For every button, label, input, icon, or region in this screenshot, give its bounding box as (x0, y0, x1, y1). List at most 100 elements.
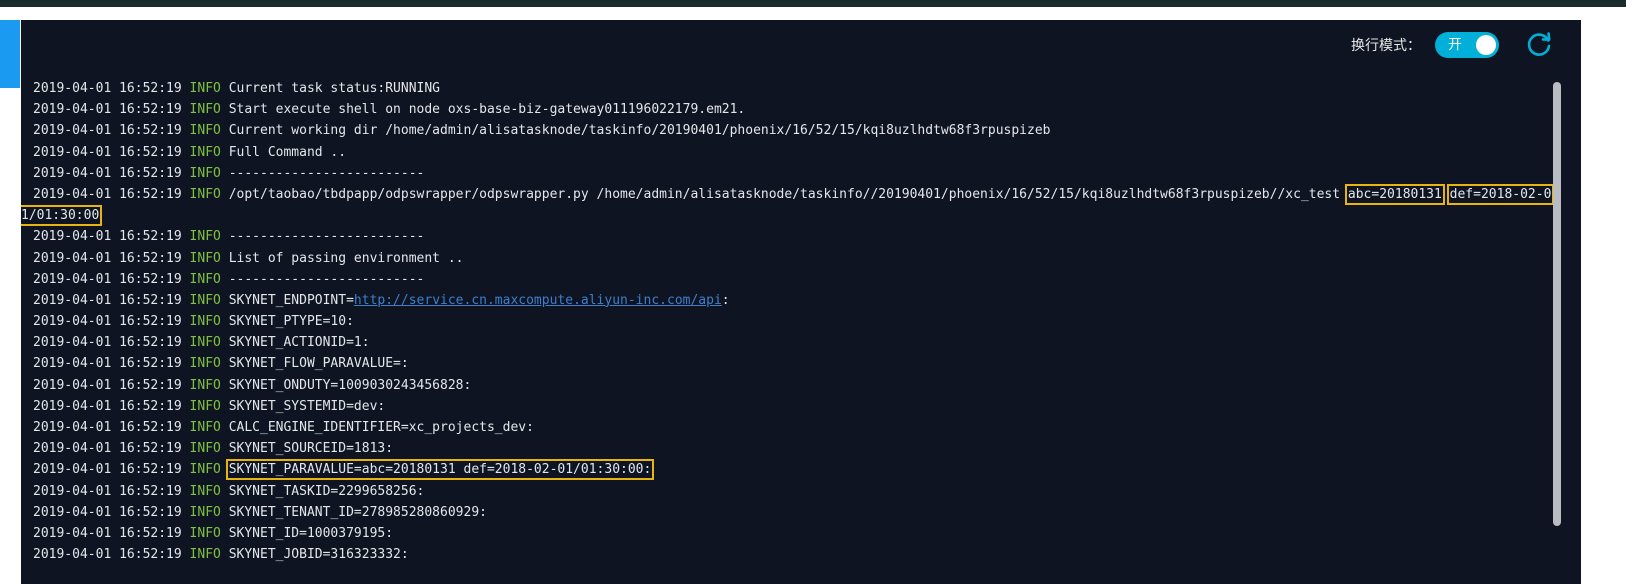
log-line: 2019-04-01 16:52:19 INFO CALC_ENGINE_IDE… (33, 417, 1533, 438)
endpoint-link[interactable]: http://service.cn.maxcompute.aliyun-inc.… (354, 293, 722, 308)
toggle-state-text: 开 (1448, 37, 1462, 53)
log-timestamp: 2019-04-01 16:52:19 (33, 292, 182, 308)
log-line: 2019-04-01 16:52:19 INFO SKYNET_SOURCEID… (33, 438, 1533, 459)
log-timestamp: 2019-04-01 16:52:19 (33, 250, 182, 266)
log-level: INFO (189, 292, 221, 308)
log-timestamp: 2019-04-01 16:52:19 (33, 377, 182, 393)
log-line: 2019-04-01 16:52:19 INFO SKYNET_ENDPOINT… (33, 290, 1533, 311)
log-level: INFO (189, 314, 221, 330)
log-timestamp: 2019-04-01 16:52:19 (33, 271, 182, 287)
log-scrollbar-thumb[interactable] (1553, 82, 1561, 526)
log-timestamp: 2019-04-01 16:52:19 (33, 123, 182, 139)
log-level: INFO (189, 271, 221, 287)
log-level: INFO (189, 186, 221, 202)
log-timestamp: 2019-04-01 16:52:19 (33, 398, 182, 414)
log-level: INFO (189, 525, 221, 541)
log-line: 2019-04-01 16:52:19 INFO SKYNET_PTYPE=10… (33, 311, 1533, 332)
log-level: INFO (189, 250, 221, 266)
highlighted-param-def-continued: 1/01:30:00 (21, 205, 103, 227)
refresh-icon[interactable] (1525, 31, 1553, 59)
log-line: 2019-04-01 16:52:19 INFO List of passing… (33, 248, 1533, 269)
log-line: 2019-04-01 16:52:19 INFO SKYNET_TENANT_I… (33, 502, 1533, 523)
log-line: 2019-04-01 16:52:19 INFO SKYNET_TASKID=2… (33, 481, 1533, 502)
log-timestamp: 2019-04-01 16:52:19 (33, 525, 182, 541)
log-timestamp: 2019-04-01 16:52:19 (33, 420, 182, 435)
log-message: ------------------------- (228, 165, 425, 181)
log-level: INFO (189, 441, 221, 457)
log-timestamp: 2019-04-01 16:52:19 (33, 462, 182, 478)
log-message: ------------------------- (228, 271, 425, 287)
log-timestamp: 2019-04-01 16:52:19 (33, 356, 182, 372)
top-header-strip (0, 0, 1626, 7)
log-message: SKYNET_SYSTEMID=dev: (228, 398, 386, 414)
log-level: INFO (189, 81, 221, 96)
log-level: INFO (189, 462, 221, 478)
log-message-suffix: : (721, 292, 730, 308)
log-timestamp: 2019-04-01 16:52:19 (33, 144, 182, 160)
log-level: INFO (189, 229, 221, 245)
highlighted-paravalue: SKYNET_PARAVALUE=abc=20180131 def=2018-0… (225, 459, 655, 481)
side-nav-accent (0, 20, 20, 88)
log-level: INFO (189, 420, 221, 435)
log-timestamp: 2019-04-01 16:52:19 (33, 165, 182, 181)
log-timestamp: 2019-04-01 16:52:19 (33, 314, 182, 330)
log-timestamp: 2019-04-01 16:52:19 (33, 81, 182, 96)
log-line: 2019-04-01 16:52:19 INFO SKYNET_ACTIONID… (33, 332, 1533, 353)
log-line: 2019-04-01 16:52:19 INFO ---------------… (33, 226, 1533, 247)
highlighted-param-def: def=2018-02-0 (1446, 183, 1555, 205)
log-timestamp: 2019-04-01 16:52:19 (33, 441, 182, 457)
log-viewer-panel: 换行模式： 开 2019-04-01 16:52:19 INFO Current… (21, 20, 1581, 584)
log-timestamp: 2019-04-01 16:52:19 (33, 504, 182, 520)
log-line: 2019-04-01 16:52:19 INFO Current task st… (33, 78, 1533, 99)
log-timestamp: 2019-04-01 16:52:19 (33, 483, 182, 499)
log-level: INFO (189, 144, 221, 160)
log-message: Full Command .. (228, 144, 347, 160)
log-level: INFO (189, 398, 221, 414)
log-message: SKYNET_ENDPOINT= (228, 292, 354, 308)
log-message: CALC_ENGINE_IDENTIFIER=xc_projects_dev: (228, 420, 534, 435)
log-message: SKYNET_TENANT_ID=278985280860929: (228, 504, 487, 520)
log-line: 2019-04-01 16:52:19 INFO SKYNET_SYSTEMID… (33, 396, 1533, 417)
log-level: INFO (189, 504, 221, 520)
log-message: ------------------------- (228, 229, 425, 245)
log-timestamp: 2019-04-01 16:52:19 (33, 335, 182, 351)
log-line: 2019-04-01 16:52:19 INFO SKYNET_ONDUTY=1… (33, 375, 1533, 396)
log-message: SKYNET_ACTIONID=1: (228, 335, 370, 351)
log-message: SKYNET_PTYPE=10: (228, 314, 354, 330)
log-message: /opt/taobao/tbdpapp/odpswrapper/odpswrap… (228, 186, 1341, 202)
log-output: 2019-04-01 16:52:19 INFO Current task st… (21, 78, 1555, 565)
toggle-knob (1476, 35, 1496, 55)
log-line: 2019-04-01 16:52:19 INFO SKYNET_JOBID=31… (33, 544, 1533, 565)
wrap-mode-toggle[interactable]: 开 (1435, 32, 1499, 58)
log-level: INFO (189, 102, 221, 118)
log-level: INFO (189, 377, 221, 393)
log-level: INFO (189, 165, 221, 181)
wrap-mode-label: 换行模式： (1351, 38, 1421, 54)
log-line-wrapped: 1/01:30:00 (21, 205, 1533, 227)
log-message: SKYNET_ONDUTY=1009030243456828: (228, 377, 472, 393)
log-line: 2019-04-01 16:52:19 INFO SKYNET_PARAVALU… (33, 459, 1533, 481)
log-timestamp: 2019-04-01 16:52:19 (33, 547, 182, 563)
log-message: Current working dir /home/admin/alisatas… (228, 123, 1051, 139)
log-message: SKYNET_TASKID=2299658256: (228, 483, 425, 499)
log-level: INFO (189, 123, 221, 139)
log-timestamp: 2019-04-01 16:52:19 (33, 186, 182, 202)
log-line: 2019-04-01 16:52:19 INFO Start execute s… (33, 99, 1533, 120)
log-line: 2019-04-01 16:52:19 INFO ---------------… (33, 269, 1533, 290)
log-line: 2019-04-01 16:52:19 INFO /opt/taobao/tbd… (33, 183, 1555, 205)
log-line: 2019-04-01 16:52:19 INFO SKYNET_ID=10003… (33, 523, 1533, 544)
log-message: Start execute shell on node oxs-base-biz… (228, 102, 746, 118)
log-line: 2019-04-01 16:52:19 INFO Full Command .. (33, 142, 1533, 163)
log-message: SKYNET_ID=1000379195: (228, 525, 394, 541)
log-timestamp: 2019-04-01 16:52:19 (33, 102, 182, 118)
log-message: Current task status:RUNNING (228, 81, 441, 96)
log-toolbar: 换行模式： 开 (1351, 30, 1553, 60)
log-scrollbar-track[interactable] (1553, 82, 1561, 526)
log-line: 2019-04-01 16:52:19 INFO ---------------… (33, 163, 1533, 184)
log-message: SKYNET_JOBID=316323332: (228, 547, 409, 563)
log-level: INFO (189, 335, 221, 351)
log-line: 2019-04-01 16:52:19 INFO Current working… (33, 120, 1533, 141)
log-level: INFO (189, 547, 221, 563)
log-message: List of passing environment .. (228, 250, 464, 266)
log-timestamp: 2019-04-01 16:52:19 (33, 229, 182, 245)
